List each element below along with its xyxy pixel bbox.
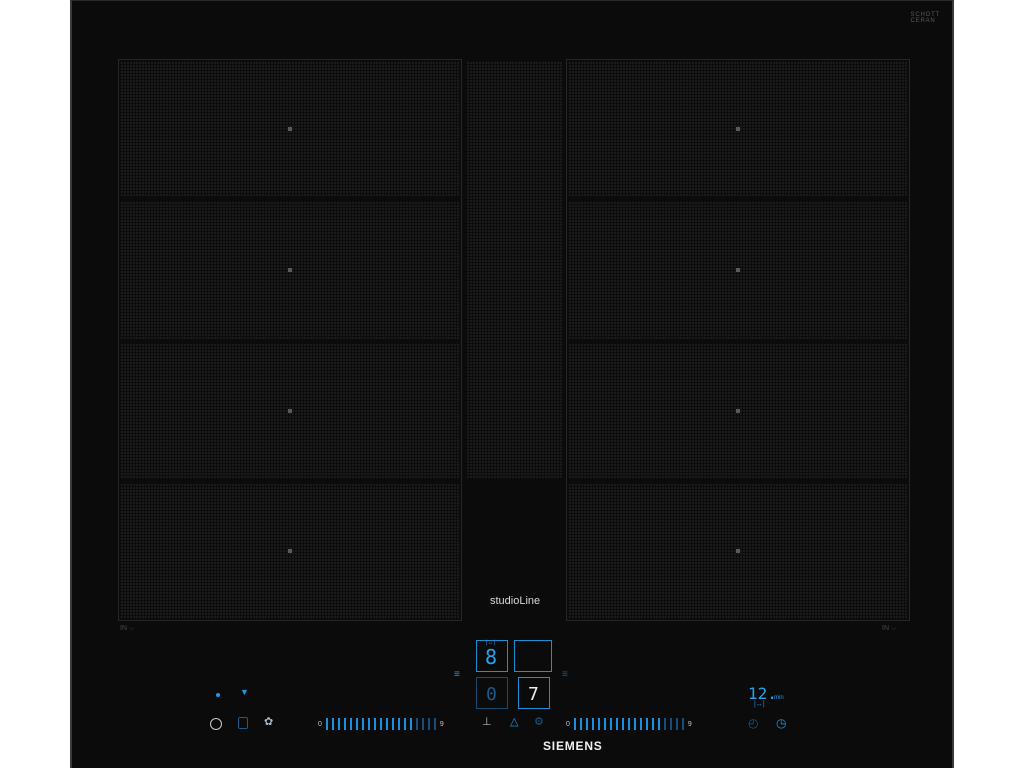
clock-icon[interactable]: ◷ (776, 716, 786, 730)
zone-center-mark (288, 409, 292, 413)
duration-icon: |↔| (754, 701, 765, 708)
slider-step (421, 718, 424, 730)
slider-step (609, 718, 612, 730)
slider-step (403, 718, 406, 730)
slider-step (391, 718, 394, 730)
slider-step (337, 718, 340, 730)
right-zone-section-2[interactable] (568, 201, 908, 339)
hood-icon[interactable]: △ (510, 715, 518, 728)
left-power-slider[interactable]: 0 9 (318, 717, 444, 731)
slider-step (361, 718, 364, 730)
slider-step (325, 718, 328, 730)
zone-center-mark (736, 127, 740, 131)
glass-maker-logo: SCHOTT CERAN (910, 12, 940, 24)
slider-step (343, 718, 346, 730)
slider-step (681, 718, 684, 730)
zone-center-mark (736, 409, 740, 413)
right-power-slider[interactable]: 0 9 (566, 717, 692, 731)
induction-mark-right: IN ⌵ (882, 625, 897, 632)
slider-step (585, 718, 588, 730)
slider-step (645, 718, 648, 730)
status-dot (216, 693, 220, 697)
timer-icon[interactable]: ◴ (748, 716, 758, 730)
slider-step (427, 718, 430, 730)
slider-step (651, 718, 654, 730)
slider-min-label: 0 (318, 720, 322, 728)
zone-center-mark (288, 549, 292, 553)
pan-icon: ≡ (562, 669, 568, 680)
induction-mark-left: IN ⌵ (120, 625, 135, 632)
right-zone-section-4[interactable] (568, 483, 908, 619)
slider-step (633, 718, 636, 730)
slider-step (573, 718, 576, 730)
slider-step (379, 718, 382, 730)
slider-step (349, 718, 352, 730)
power-level-digit: 8 (485, 645, 498, 669)
wifi-icon: ▼ (240, 687, 249, 697)
fan-icon[interactable]: ✿ (264, 715, 273, 728)
slider-step (627, 718, 630, 730)
info-icon[interactable] (210, 718, 222, 730)
zone-center-mark (736, 268, 740, 272)
cooktop-glass: SCHOTT CERAN studioLine IN ⌵ IN ⌵ 8 |↔| 0… (70, 0, 954, 768)
slider-step (615, 718, 618, 730)
left-zone-section-2[interactable] (120, 201, 460, 339)
settings-icon[interactable]: ⚙ (534, 715, 544, 728)
slider-min-label: 0 (566, 720, 570, 728)
slider-step (385, 718, 388, 730)
slider-step (621, 718, 624, 730)
zone-center-mark (736, 549, 740, 553)
pan-icon: ≡ (454, 669, 460, 680)
child-lock-icon[interactable] (238, 717, 248, 729)
power-level-digit: 0 (486, 684, 497, 705)
zone-display-top-right[interactable] (514, 640, 552, 672)
zone-center-mark (288, 268, 292, 272)
slider-step (373, 718, 376, 730)
slider-step (409, 718, 412, 730)
slider-step (657, 718, 660, 730)
slider-step (639, 718, 642, 730)
slider-step (669, 718, 672, 730)
left-zone-section-1[interactable] (120, 61, 460, 197)
slider-step (367, 718, 370, 730)
power-level-digit: 7 (528, 684, 539, 705)
slider-step (415, 718, 418, 730)
zone-display-bottom-right[interactable]: 7 (518, 677, 550, 709)
pan-icon[interactable]: ⊥ (482, 715, 492, 728)
slider-step (355, 718, 358, 730)
zone-center-mark (288, 127, 292, 131)
center-zone[interactable] (466, 61, 562, 479)
slider-step (675, 718, 678, 730)
slider-max-label: 9 (687, 720, 692, 728)
right-zone-section-3[interactable] (568, 343, 908, 479)
slider-step (663, 718, 666, 730)
slider-step (597, 718, 600, 730)
slider-step (579, 718, 582, 730)
slider-step (433, 718, 436, 730)
slider-step (591, 718, 594, 730)
bridge-icon: |↔| (486, 640, 496, 646)
slider-step (603, 718, 606, 730)
slider-step (397, 718, 400, 730)
slider-step (331, 718, 334, 730)
zone-display-top-left[interactable]: 8 |↔| (476, 640, 508, 672)
zone-display-bottom-left[interactable]: 0 (476, 677, 508, 709)
slider-max-label: 9 (439, 720, 444, 728)
left-zone-section-3[interactable] (120, 343, 460, 479)
right-zone-section-1[interactable] (568, 61, 908, 197)
series-label: studioLine (490, 595, 541, 607)
timer-unit: min (774, 695, 784, 701)
brand-logo: SIEMENS (543, 739, 603, 753)
left-zone-section-4[interactable] (120, 483, 460, 619)
